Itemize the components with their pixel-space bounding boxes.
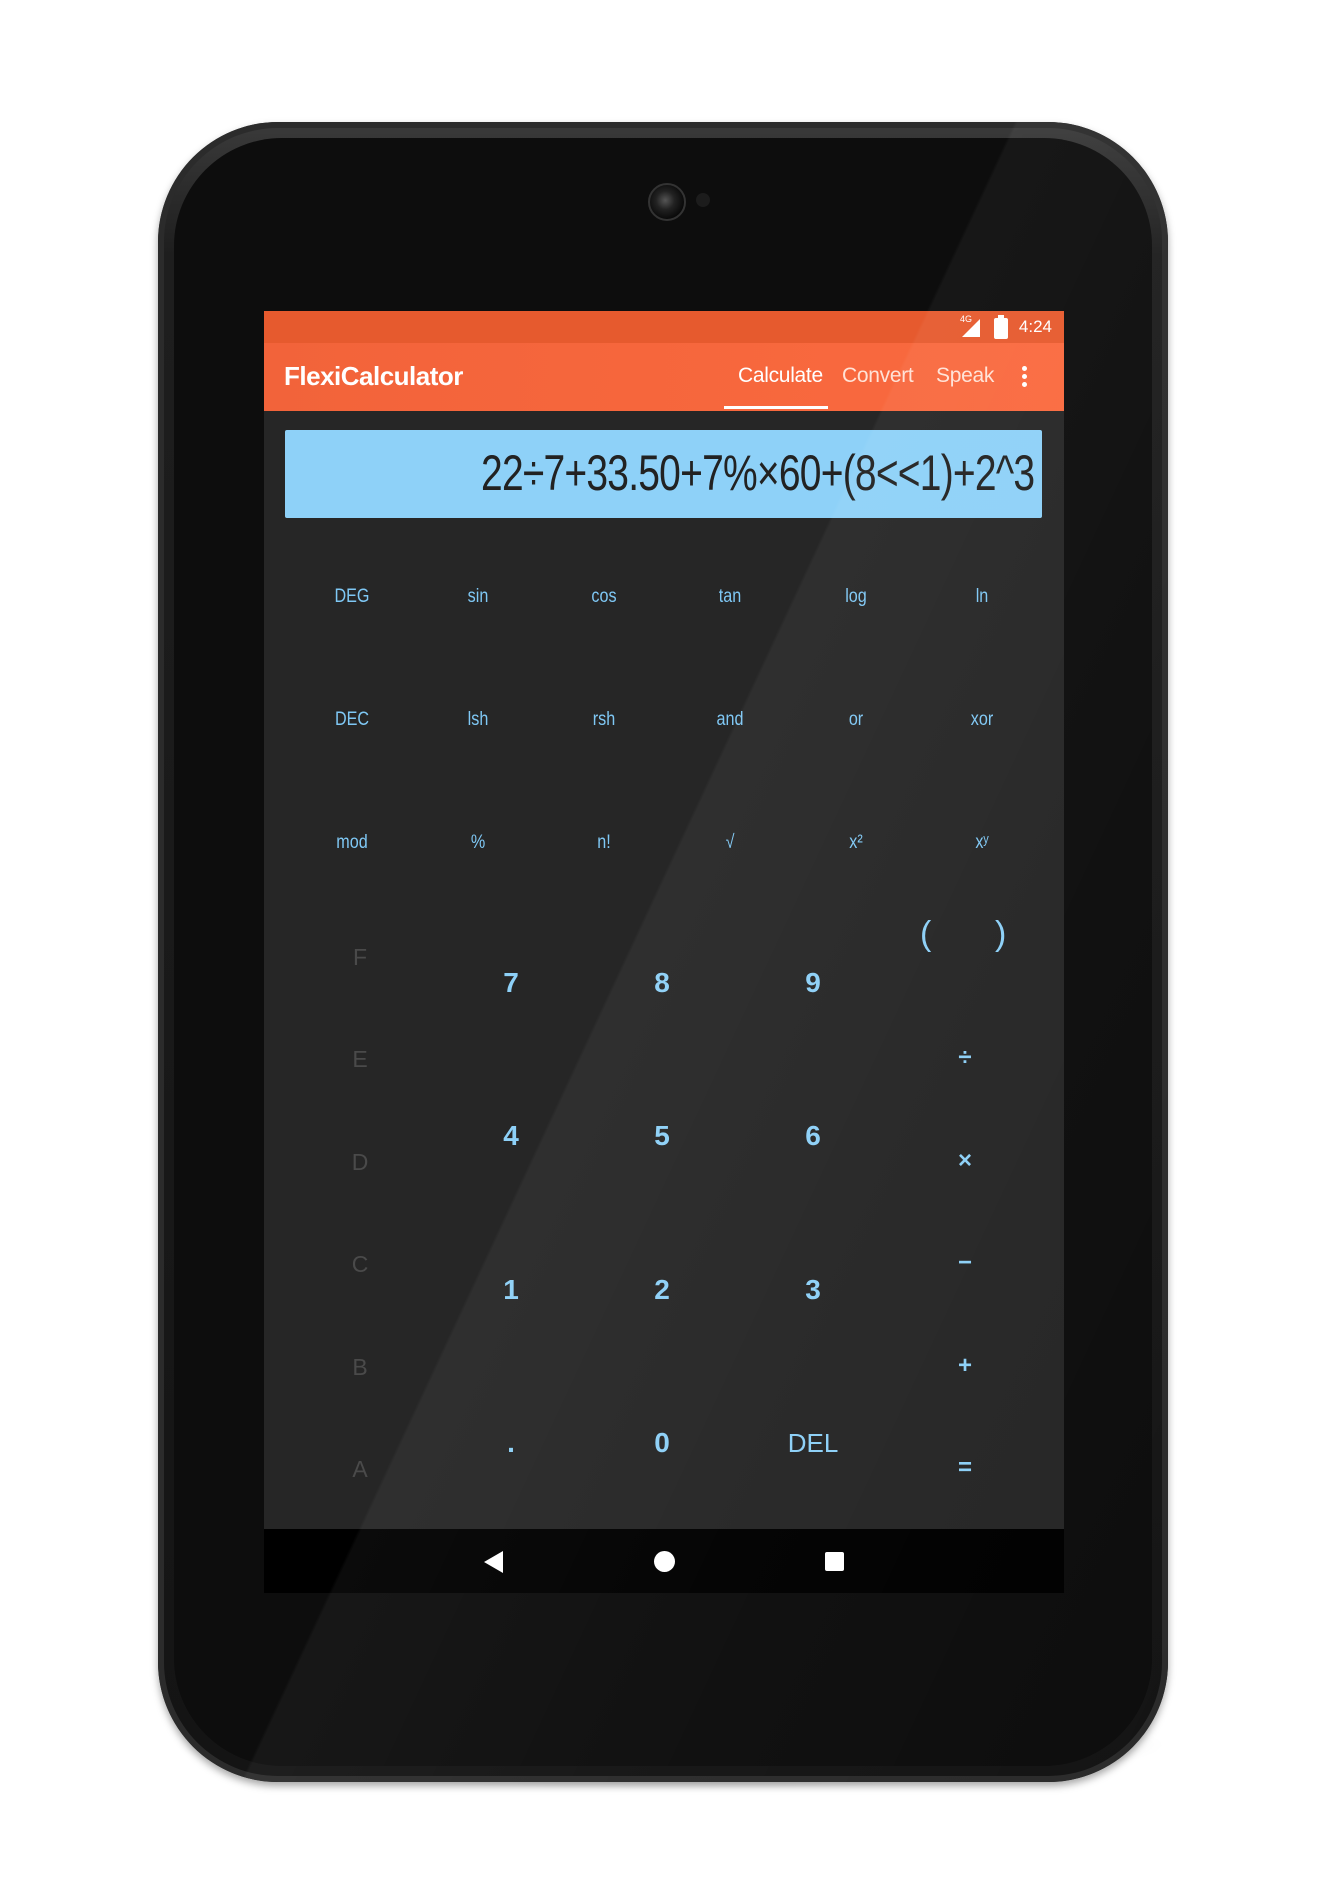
key-equals[interactable]: =	[925, 1448, 1005, 1488]
key-add[interactable]: +	[925, 1346, 1005, 1386]
more-vert-icon[interactable]	[1012, 357, 1038, 397]
battery-icon	[994, 315, 1008, 339]
key-factorial[interactable]: n!	[553, 823, 655, 863]
home-circle-icon[interactable]	[654, 1551, 675, 1572]
key-xor[interactable]: xor	[931, 700, 1033, 740]
app-title: FlexiCalculator	[284, 361, 463, 391]
key-log[interactable]: log	[805, 577, 907, 617]
key-2[interactable]: 2	[612, 1265, 712, 1315]
key-paren-close[interactable]: )	[995, 915, 1006, 954]
key-hex-e[interactable]: E	[330, 1039, 390, 1079]
key-3[interactable]: 3	[763, 1265, 863, 1315]
tab-calculate[interactable]: Calculate	[738, 364, 823, 388]
key-and[interactable]: and	[679, 700, 781, 740]
back-triangle-icon[interactable]	[484, 1551, 503, 1573]
key-deg[interactable]: DEG	[301, 577, 403, 617]
key-or[interactable]: or	[805, 700, 907, 740]
active-tab-indicator	[724, 406, 828, 409]
recents-square-icon[interactable]	[825, 1552, 844, 1571]
key-0[interactable]: 0	[612, 1418, 712, 1468]
key-hex-f[interactable]: F	[330, 937, 390, 977]
key-hex-d[interactable]: D	[330, 1142, 390, 1182]
key-hex-a[interactable]: A	[330, 1449, 390, 1489]
key-8[interactable]: 8	[612, 958, 712, 1008]
expression-text: 22÷7+33.50+7%×60+(8<<1)+2^3	[480, 445, 1035, 501]
key-ln[interactable]: ln	[931, 577, 1033, 617]
key-dec[interactable]: DEC	[301, 700, 403, 740]
status-time: 4:24	[1018, 317, 1052, 336]
key-power[interactable]: xʸ	[931, 823, 1033, 863]
key-cos[interactable]: cos	[553, 577, 655, 617]
key-decimal[interactable]: .	[461, 1418, 561, 1468]
front-camera-icon	[648, 183, 686, 221]
app-bar: FlexiCalculator Calculate Convert Speak	[264, 343, 1064, 411]
key-multiply[interactable]: ×	[925, 1141, 1005, 1181]
expression-display[interactable]: 22÷7+33.50+7%×60+(8<<1)+2^3	[285, 430, 1042, 518]
tab-speak[interactable]: Speak	[936, 364, 994, 388]
key-hex-b[interactable]: B	[330, 1347, 390, 1387]
signal-icon	[962, 319, 980, 337]
key-1[interactable]: 1	[461, 1265, 561, 1315]
key-7[interactable]: 7	[461, 958, 561, 1008]
key-subtract[interactable]: −	[925, 1243, 1005, 1283]
key-9[interactable]: 9	[763, 958, 863, 1008]
key-tan[interactable]: tan	[679, 577, 781, 617]
light-sensor-icon	[696, 193, 710, 207]
key-6[interactable]: 6	[763, 1111, 863, 1161]
key-sqrt[interactable]: √	[679, 823, 781, 863]
key-mod[interactable]: mod	[301, 823, 403, 863]
key-5[interactable]: 5	[612, 1111, 712, 1161]
system-nav-bar	[264, 1529, 1064, 1593]
key-4[interactable]: 4	[461, 1111, 561, 1161]
app-screen: 4G 4:24 FlexiCalculator Calculate Conver…	[264, 311, 1064, 1593]
status-bar: 4G 4:24	[264, 311, 1064, 343]
key-paren-open[interactable]: (	[920, 915, 931, 954]
key-rsh[interactable]: rsh	[553, 700, 655, 740]
key-percent[interactable]: %	[427, 823, 529, 863]
key-square[interactable]: x²	[805, 823, 907, 863]
key-lsh[interactable]: lsh	[427, 700, 529, 740]
key-sin[interactable]: sin	[427, 577, 529, 617]
key-divide[interactable]: ÷	[925, 1038, 1005, 1078]
key-delete[interactable]: DEL	[763, 1418, 863, 1468]
tab-convert[interactable]: Convert	[842, 364, 914, 388]
key-hex-c[interactable]: C	[330, 1244, 390, 1284]
